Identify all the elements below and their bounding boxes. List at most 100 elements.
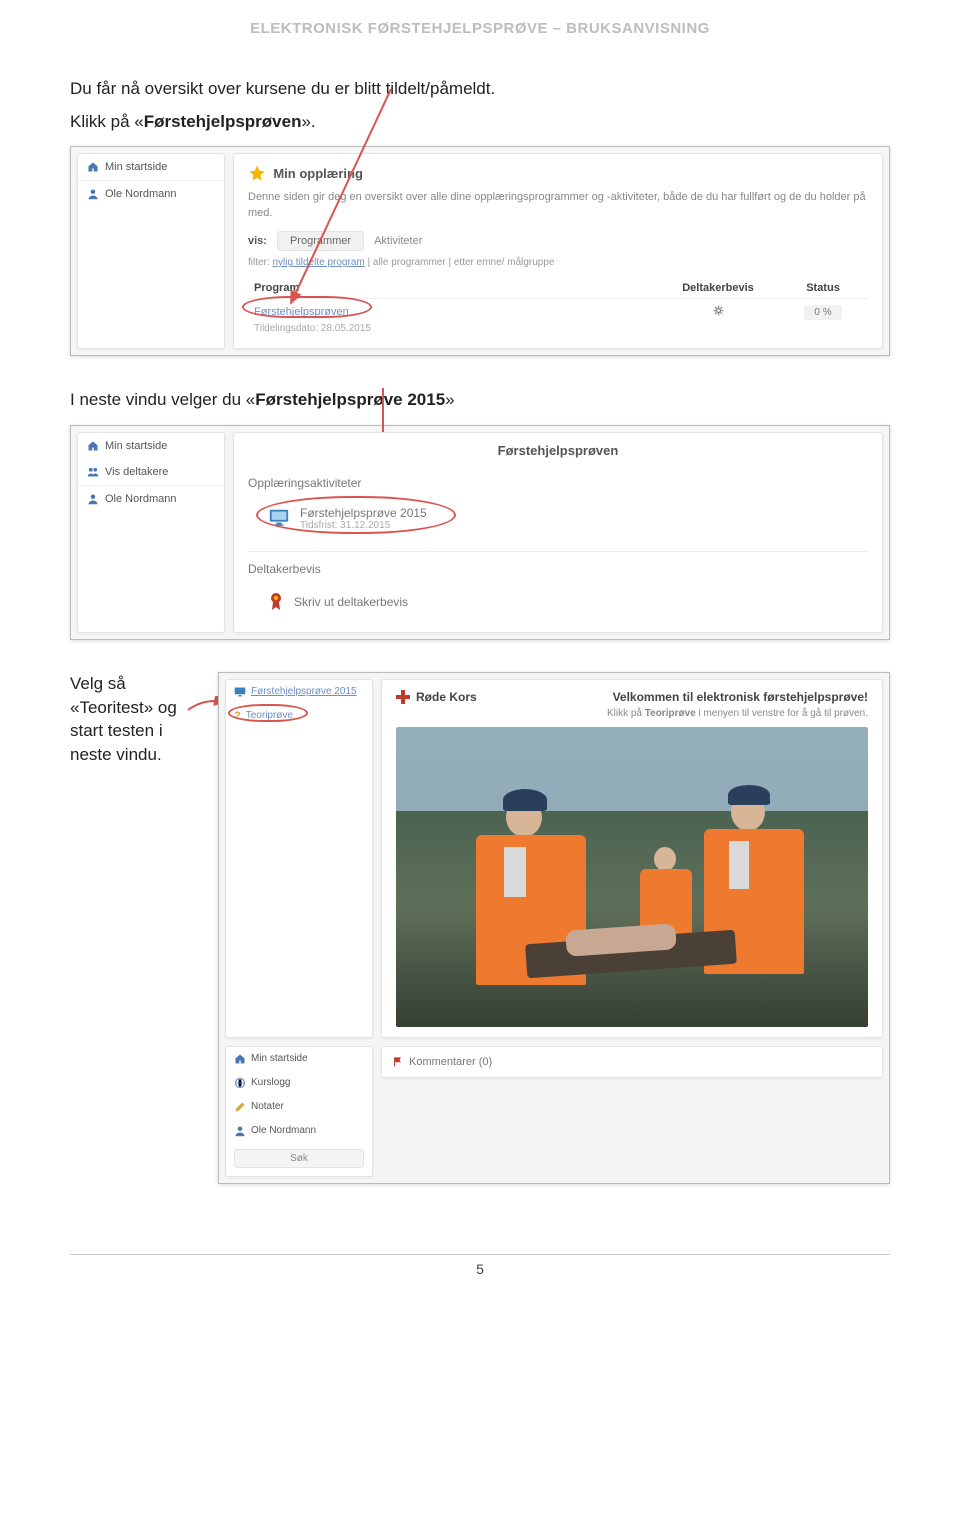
screenshot-3: Førstehjelpsprøve 2015 ? Teoriprøve Røde…: [218, 672, 890, 1184]
p2-home-label: Min startside: [105, 440, 167, 452]
p3-sub-pre: Klikk på: [607, 708, 645, 719]
p3b-user-label: Ole Nordmann: [251, 1125, 316, 1136]
mid-bold: Førstehjelpsprøve 2015: [255, 390, 445, 409]
monitor-icon: [234, 686, 246, 698]
program-link[interactable]: Førstehjelpsprøven: [254, 306, 349, 318]
page-number: 5: [476, 1261, 484, 1277]
tab-programmer[interactable]: Programmer: [277, 231, 364, 251]
screenshot-2: Min startside Vis deltakere Ole Nordmann…: [70, 425, 890, 640]
p1-toolbar: vis: Programmer Aktiviteter: [248, 231, 868, 251]
p2-content: Førstehjelpsprøven Opplæringsaktiviteter…: [233, 432, 883, 633]
p1-title: Min opplæring: [273, 166, 363, 181]
tab-aktiviteter[interactable]: Aktiviteter: [374, 235, 422, 247]
user-icon: [234, 1125, 246, 1137]
col-status: Status: [778, 282, 868, 294]
comments-bar[interactable]: Kommentarer (0): [381, 1046, 883, 1078]
home-icon: [87, 440, 99, 452]
print-row[interactable]: Skriv ut deltakerbevis: [248, 586, 868, 618]
p3-main: Røde Kors Velkommen til elektronisk førs…: [381, 679, 883, 1038]
ribbon-icon: [268, 592, 284, 612]
filter-link-2[interactable]: alle programmer: [373, 257, 446, 268]
filter-label: filter:: [248, 257, 270, 268]
r3-l1: Velg så: [70, 674, 126, 693]
p2-title: Førstehjelpsprøven: [248, 443, 868, 458]
p2-user-label: Ole Nordmann: [105, 493, 177, 505]
p3-link2-label: Teoriprøve: [246, 710, 293, 721]
p3-link-teori[interactable]: ? Teoriprøve: [226, 704, 372, 728]
p2-sidebar: Min startside Vis deltakere Ole Nordmann: [77, 432, 225, 633]
p2-sidebar-home[interactable]: Min startside: [78, 433, 224, 459]
sidebar-user[interactable]: Ole Nordmann: [78, 180, 224, 207]
sidebar-home-label: Min startside: [105, 161, 167, 173]
intro-post: ».: [301, 112, 315, 131]
status-value: 0 %: [804, 305, 841, 320]
p2-deltakere-label: Vis deltakere: [105, 466, 168, 478]
p2-sidebar-user[interactable]: Ole Nordmann: [78, 485, 224, 512]
p2-section-activities: Opplæringsaktiviteter: [248, 476, 868, 490]
search-button[interactable]: Søk: [234, 1149, 364, 1168]
p3b-kurslogg[interactable]: Kurslogg: [226, 1071, 372, 1095]
intro-bold: Førstehjelpsprøven: [144, 112, 302, 131]
vis-label: vis:: [248, 235, 267, 247]
brand-text: Røde Kors: [416, 690, 477, 704]
user-icon: [87, 188, 99, 200]
p1-desc: Denne siden gir deg en oversikt over all…: [248, 190, 868, 221]
question-icon: ?: [234, 710, 241, 722]
monitor-icon: [268, 507, 290, 529]
p1-sidebar: Min startside Ole Nordmann: [77, 153, 225, 349]
p3-nav-bottom: Min startside Kurslogg Notater Ole Nordm…: [225, 1046, 373, 1177]
p1-content: Min opplæring Denne siden gir deg en ove…: [233, 153, 883, 349]
home-icon: [87, 161, 99, 173]
p3-course-nav: Førstehjelpsprøve 2015 ? Teoriprøve: [225, 679, 373, 1038]
p2-section-dbevis: Deltakerbevis: [248, 562, 868, 576]
r3-l3: start testen i: [70, 721, 163, 740]
table-header: Program Deltakerbevis Status: [248, 276, 868, 299]
star-icon: [248, 164, 266, 182]
mid-post: »: [445, 390, 454, 409]
p3-link-course[interactable]: Førstehjelpsprøve 2015: [226, 680, 372, 704]
p3b-home[interactable]: Min startside: [226, 1047, 372, 1071]
col-program: Program: [254, 282, 658, 294]
p3-sub-post: i menyen til venstre for å gå til prøven…: [696, 708, 868, 719]
activity-name: Førstehjelpsprøve 2015: [300, 506, 427, 520]
users-icon: [87, 466, 99, 478]
mid-pre: I neste vindu velger du «: [70, 390, 255, 409]
r3-l4: neste vindu.: [70, 745, 162, 764]
cross-icon: [396, 690, 410, 704]
p3-subtitle: Klikk på Teoriprøve i menyen til venstre…: [396, 708, 868, 719]
activity-row[interactable]: Førstehjelpsprøve 2015 Tidsfrist: 31.12.…: [248, 500, 868, 537]
page-header: ELEKTRONISK FØRSTEHJELPSPRØVE – BRUKSANV…: [70, 20, 890, 37]
flag-icon: [392, 1056, 403, 1067]
p3-link1-label: Førstehjelpsprøve 2015: [251, 686, 357, 697]
user-icon: [87, 493, 99, 505]
filter-line: filter: nylig tildelte program | alle pr…: [248, 257, 868, 268]
intro-line2: Klikk på «Førstehjelpsprøven».: [70, 110, 890, 135]
col-deltakerbevis: Deltakerbevis: [658, 282, 778, 294]
filter-link-1[interactable]: nylig tildelte program: [272, 257, 364, 268]
rode-kors-logo: Røde Kors: [396, 690, 477, 704]
page-footer: 5: [70, 1254, 890, 1277]
p3b-kurslogg-label: Kurslogg: [251, 1077, 290, 1088]
p3b-user[interactable]: Ole Nordmann: [226, 1119, 372, 1143]
print-label: Skriv ut deltakerbevis: [294, 595, 408, 609]
sidebar-user-label: Ole Nordmann: [105, 188, 177, 200]
sidebar-home[interactable]: Min startside: [78, 154, 224, 180]
r3-l2post: » og: [144, 698, 177, 717]
assign-date: Tildelingsdato: 28.05.2015: [248, 321, 868, 334]
p3b-notater[interactable]: Notater: [226, 1095, 372, 1119]
p3b-home-label: Min startside: [251, 1053, 308, 1064]
p3b-notater-label: Notater: [251, 1101, 284, 1112]
mid-text: I neste vindu velger du «Førstehjelpsprø…: [70, 388, 890, 413]
table-row[interactable]: Førstehjelpsprøven 0 %: [248, 299, 868, 321]
p2-sidebar-deltakere[interactable]: Vis deltakere: [78, 459, 224, 485]
pencil-icon: [234, 1101, 246, 1113]
r3-l2bold: Teoritest: [79, 698, 143, 717]
p3-headline: Velkommen til elektronisk førstehjelpspr…: [485, 690, 868, 704]
gear-icon: [713, 305, 724, 316]
globe-icon: [234, 1077, 246, 1089]
home-icon: [234, 1053, 246, 1065]
intro-pre: Klikk på «: [70, 112, 144, 131]
intro-line1: Du får nå oversikt over kursene du er bl…: [70, 77, 890, 102]
screenshot-1: Min startside Ole Nordmann Min opplæring…: [70, 146, 890, 356]
filter-link-3[interactable]: etter emne/ målgruppe: [454, 257, 555, 268]
